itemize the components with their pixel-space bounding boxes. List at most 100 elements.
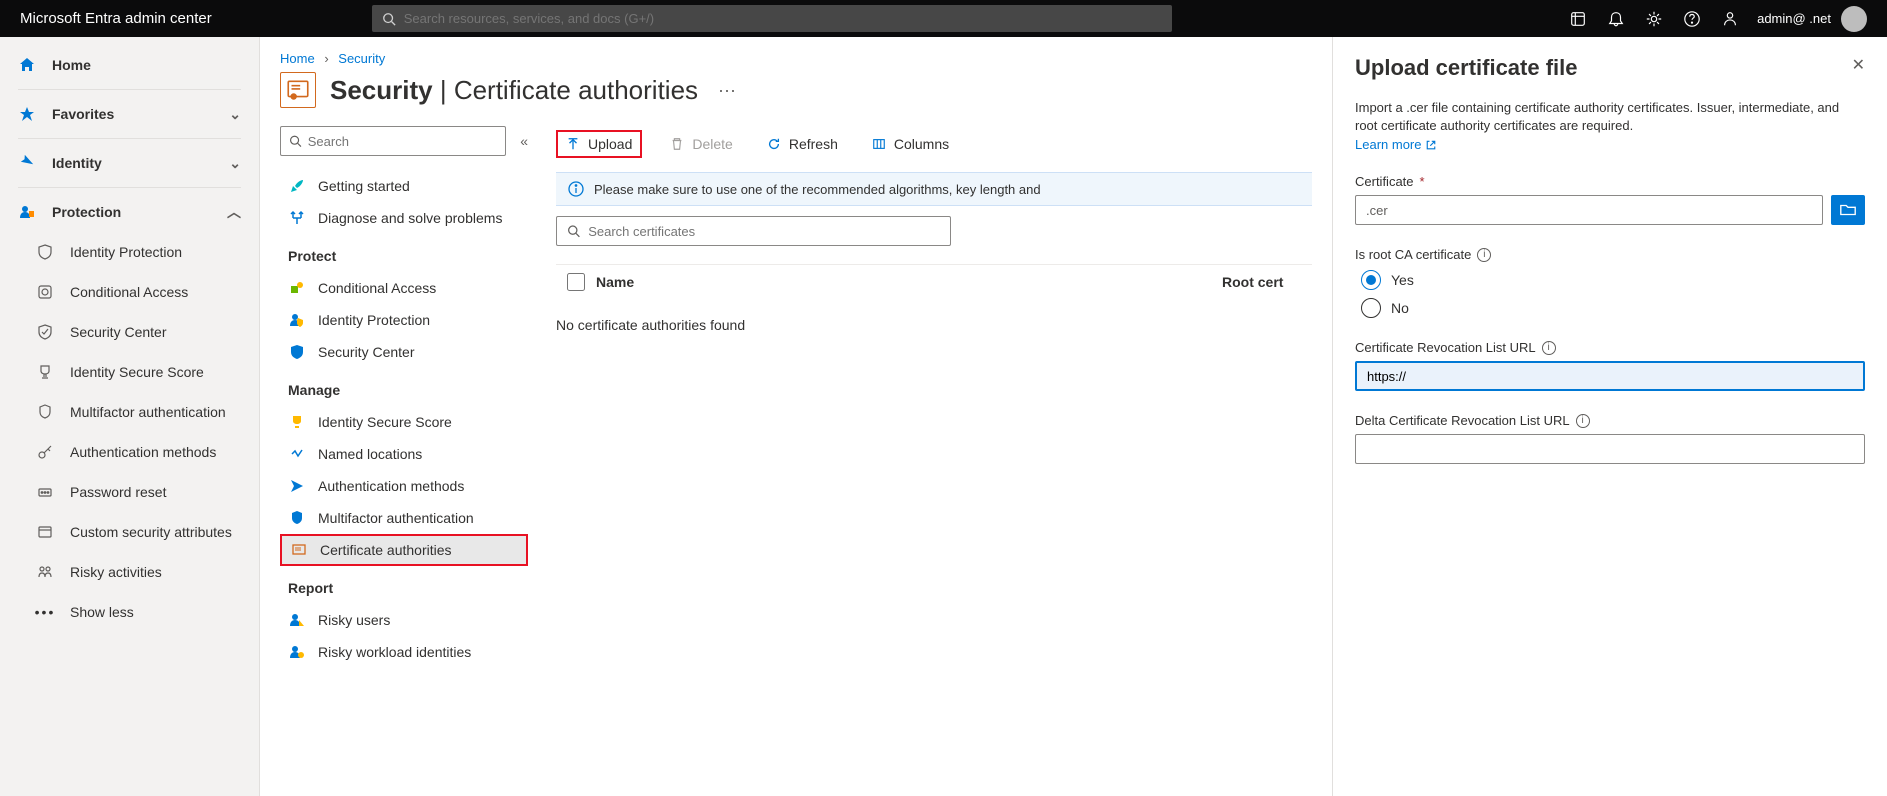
info-icon[interactable]: i [1477, 248, 1491, 262]
subnav-auth-methods[interactable]: Authentication methods [280, 470, 528, 502]
subnav-risky-workload[interactable]: Risky workload identities [280, 636, 528, 668]
close-icon[interactable]: ✕ [1852, 55, 1865, 75]
account[interactable]: admin@ .net [1757, 6, 1867, 32]
subnav-mfa[interactable]: Multifactor authentication [280, 502, 528, 534]
radio-yes[interactable]: Yes [1361, 270, 1865, 290]
subnav-security-center[interactable]: Security Center [280, 336, 528, 368]
cert-label-text: Certificate [1355, 174, 1414, 189]
info-icon[interactable]: i [1576, 414, 1590, 428]
sidebar-item-risky-activities[interactable]: Risky activities [0, 552, 259, 592]
subnav-named-locations[interactable]: Named locations [280, 438, 528, 470]
subnav-diagnose[interactable]: Diagnose and solve problems [280, 202, 528, 234]
columns-button[interactable]: Columns [866, 134, 955, 154]
subnav-conditional-access[interactable]: Conditional Access [280, 272, 528, 304]
sidebar-item-identity-protection[interactable]: Identity Protection [0, 232, 259, 272]
columns-label: Columns [894, 136, 949, 152]
settings-icon[interactable] [1645, 10, 1663, 28]
topbar-icons [1569, 10, 1757, 28]
delete-button: Delete [664, 134, 738, 154]
refresh-icon [767, 137, 781, 151]
chevron-down-icon: ⌄ [229, 106, 241, 123]
subnav-label: Authentication methods [318, 478, 464, 494]
copilot-icon[interactable] [1569, 10, 1587, 28]
sidebar-item-secure-score[interactable]: Identity Secure Score [0, 352, 259, 392]
refresh-label: Refresh [789, 136, 838, 152]
flyout-title: Upload certificate file [1355, 55, 1852, 81]
sidebar-show-less[interactable]: •••Show less [0, 592, 259, 632]
delta-label-text: Delta Certificate Revocation List URL [1355, 413, 1570, 428]
sidebar-favorites[interactable]: Favorites ⌄ [0, 94, 259, 134]
shield-icon [36, 243, 54, 261]
avatar [1841, 6, 1867, 32]
col-name[interactable]: Name [596, 274, 1222, 290]
refresh-button[interactable]: Refresh [761, 134, 844, 154]
more-icon[interactable]: ··· [718, 80, 736, 101]
subnav-identity-protection[interactable]: Identity Protection [280, 304, 528, 336]
sidebar-item-custom-attrs[interactable]: Custom security attributes [0, 512, 259, 552]
toolbar: Upload Delete Refresh Columns [556, 126, 1312, 162]
upload-button[interactable]: Upload [556, 130, 642, 158]
select-all-checkbox[interactable] [567, 273, 585, 291]
cert-search-input[interactable] [588, 224, 940, 239]
account-label: admin@ .net [1757, 11, 1831, 26]
sidebar-protection[interactable]: Protection ︿ [0, 192, 259, 232]
sidebar-item-password-reset[interactable]: Password reset [0, 472, 259, 512]
collapse-icon[interactable]: « [520, 133, 528, 149]
cert-label: Certificate * [1355, 174, 1865, 189]
sidebar-item-label: Identity Protection [70, 244, 182, 260]
sidebar-item-mfa[interactable]: Multifactor authentication [0, 392, 259, 432]
sidebar-item-auth-methods[interactable]: Authentication methods [0, 432, 259, 472]
sidebar-item-security-center[interactable]: Security Center [0, 312, 259, 352]
learn-more-link[interactable]: Learn more [1355, 137, 1437, 152]
breadcrumb-security[interactable]: Security [338, 51, 385, 66]
notifications-icon[interactable] [1607, 10, 1625, 28]
subnav-risky-users[interactable]: Risky users [280, 604, 528, 636]
sidebar-item-label: Security Center [70, 324, 166, 340]
page-title-strong: Security [330, 75, 433, 105]
search-icon [567, 224, 580, 238]
browse-button[interactable] [1831, 195, 1865, 225]
global-search[interactable] [372, 5, 1172, 32]
cert-file-input[interactable]: .cer [1355, 195, 1823, 225]
external-icon [1425, 139, 1437, 151]
subnav-manage-heading: Manage [280, 368, 528, 406]
radio-no-label: No [1391, 300, 1409, 316]
columns-icon [872, 137, 886, 151]
info-icon[interactable]: i [1542, 341, 1556, 355]
protection-icon [18, 203, 36, 221]
sidebar-item-conditional-access[interactable]: Conditional Access [0, 272, 259, 312]
chevron-up-icon: ︿ [227, 202, 241, 222]
mfa-icon [288, 509, 306, 527]
required-indicator: * [1420, 174, 1425, 189]
sidebar-identity[interactable]: Identity ⌄ [0, 143, 259, 183]
idprot-icon [288, 311, 306, 329]
riskyuser-icon [288, 611, 306, 629]
subnav-search[interactable] [280, 126, 506, 156]
subnav-secure-score[interactable]: Identity Secure Score [280, 406, 528, 438]
help-icon[interactable] [1683, 10, 1701, 28]
breadcrumb-sep: › [324, 51, 328, 66]
delete-label: Delete [692, 136, 732, 152]
identity-icon [18, 154, 36, 172]
delta-input[interactable] [1355, 434, 1865, 464]
page-title-sep: | [433, 75, 454, 105]
subnav-search-input[interactable] [308, 134, 497, 149]
subnav-label: Risky users [318, 612, 390, 628]
key-icon [36, 443, 54, 461]
global-search-input[interactable] [404, 11, 1162, 26]
banner-text: Please make sure to use one of the recom… [594, 182, 1041, 197]
sidebar-home[interactable]: Home [0, 45, 259, 85]
feedback-icon[interactable] [1721, 10, 1739, 28]
breadcrumb-home[interactable]: Home [280, 51, 315, 66]
cert-search[interactable] [556, 216, 951, 246]
radio-no-control[interactable] [1361, 298, 1381, 318]
subnav-getting-started[interactable]: Getting started [280, 170, 528, 202]
crl-input[interactable] [1355, 361, 1865, 391]
risk-icon [36, 563, 54, 581]
radio-no[interactable]: No [1361, 298, 1865, 318]
subnav-cert-authorities[interactable]: Certificate authorities [280, 534, 528, 566]
sidebar-item-label: Multifactor authentication [70, 404, 226, 420]
col-root[interactable]: Root cert [1222, 274, 1312, 290]
sidebar-identity-label: Identity [52, 155, 102, 171]
radio-yes-control[interactable] [1361, 270, 1381, 290]
